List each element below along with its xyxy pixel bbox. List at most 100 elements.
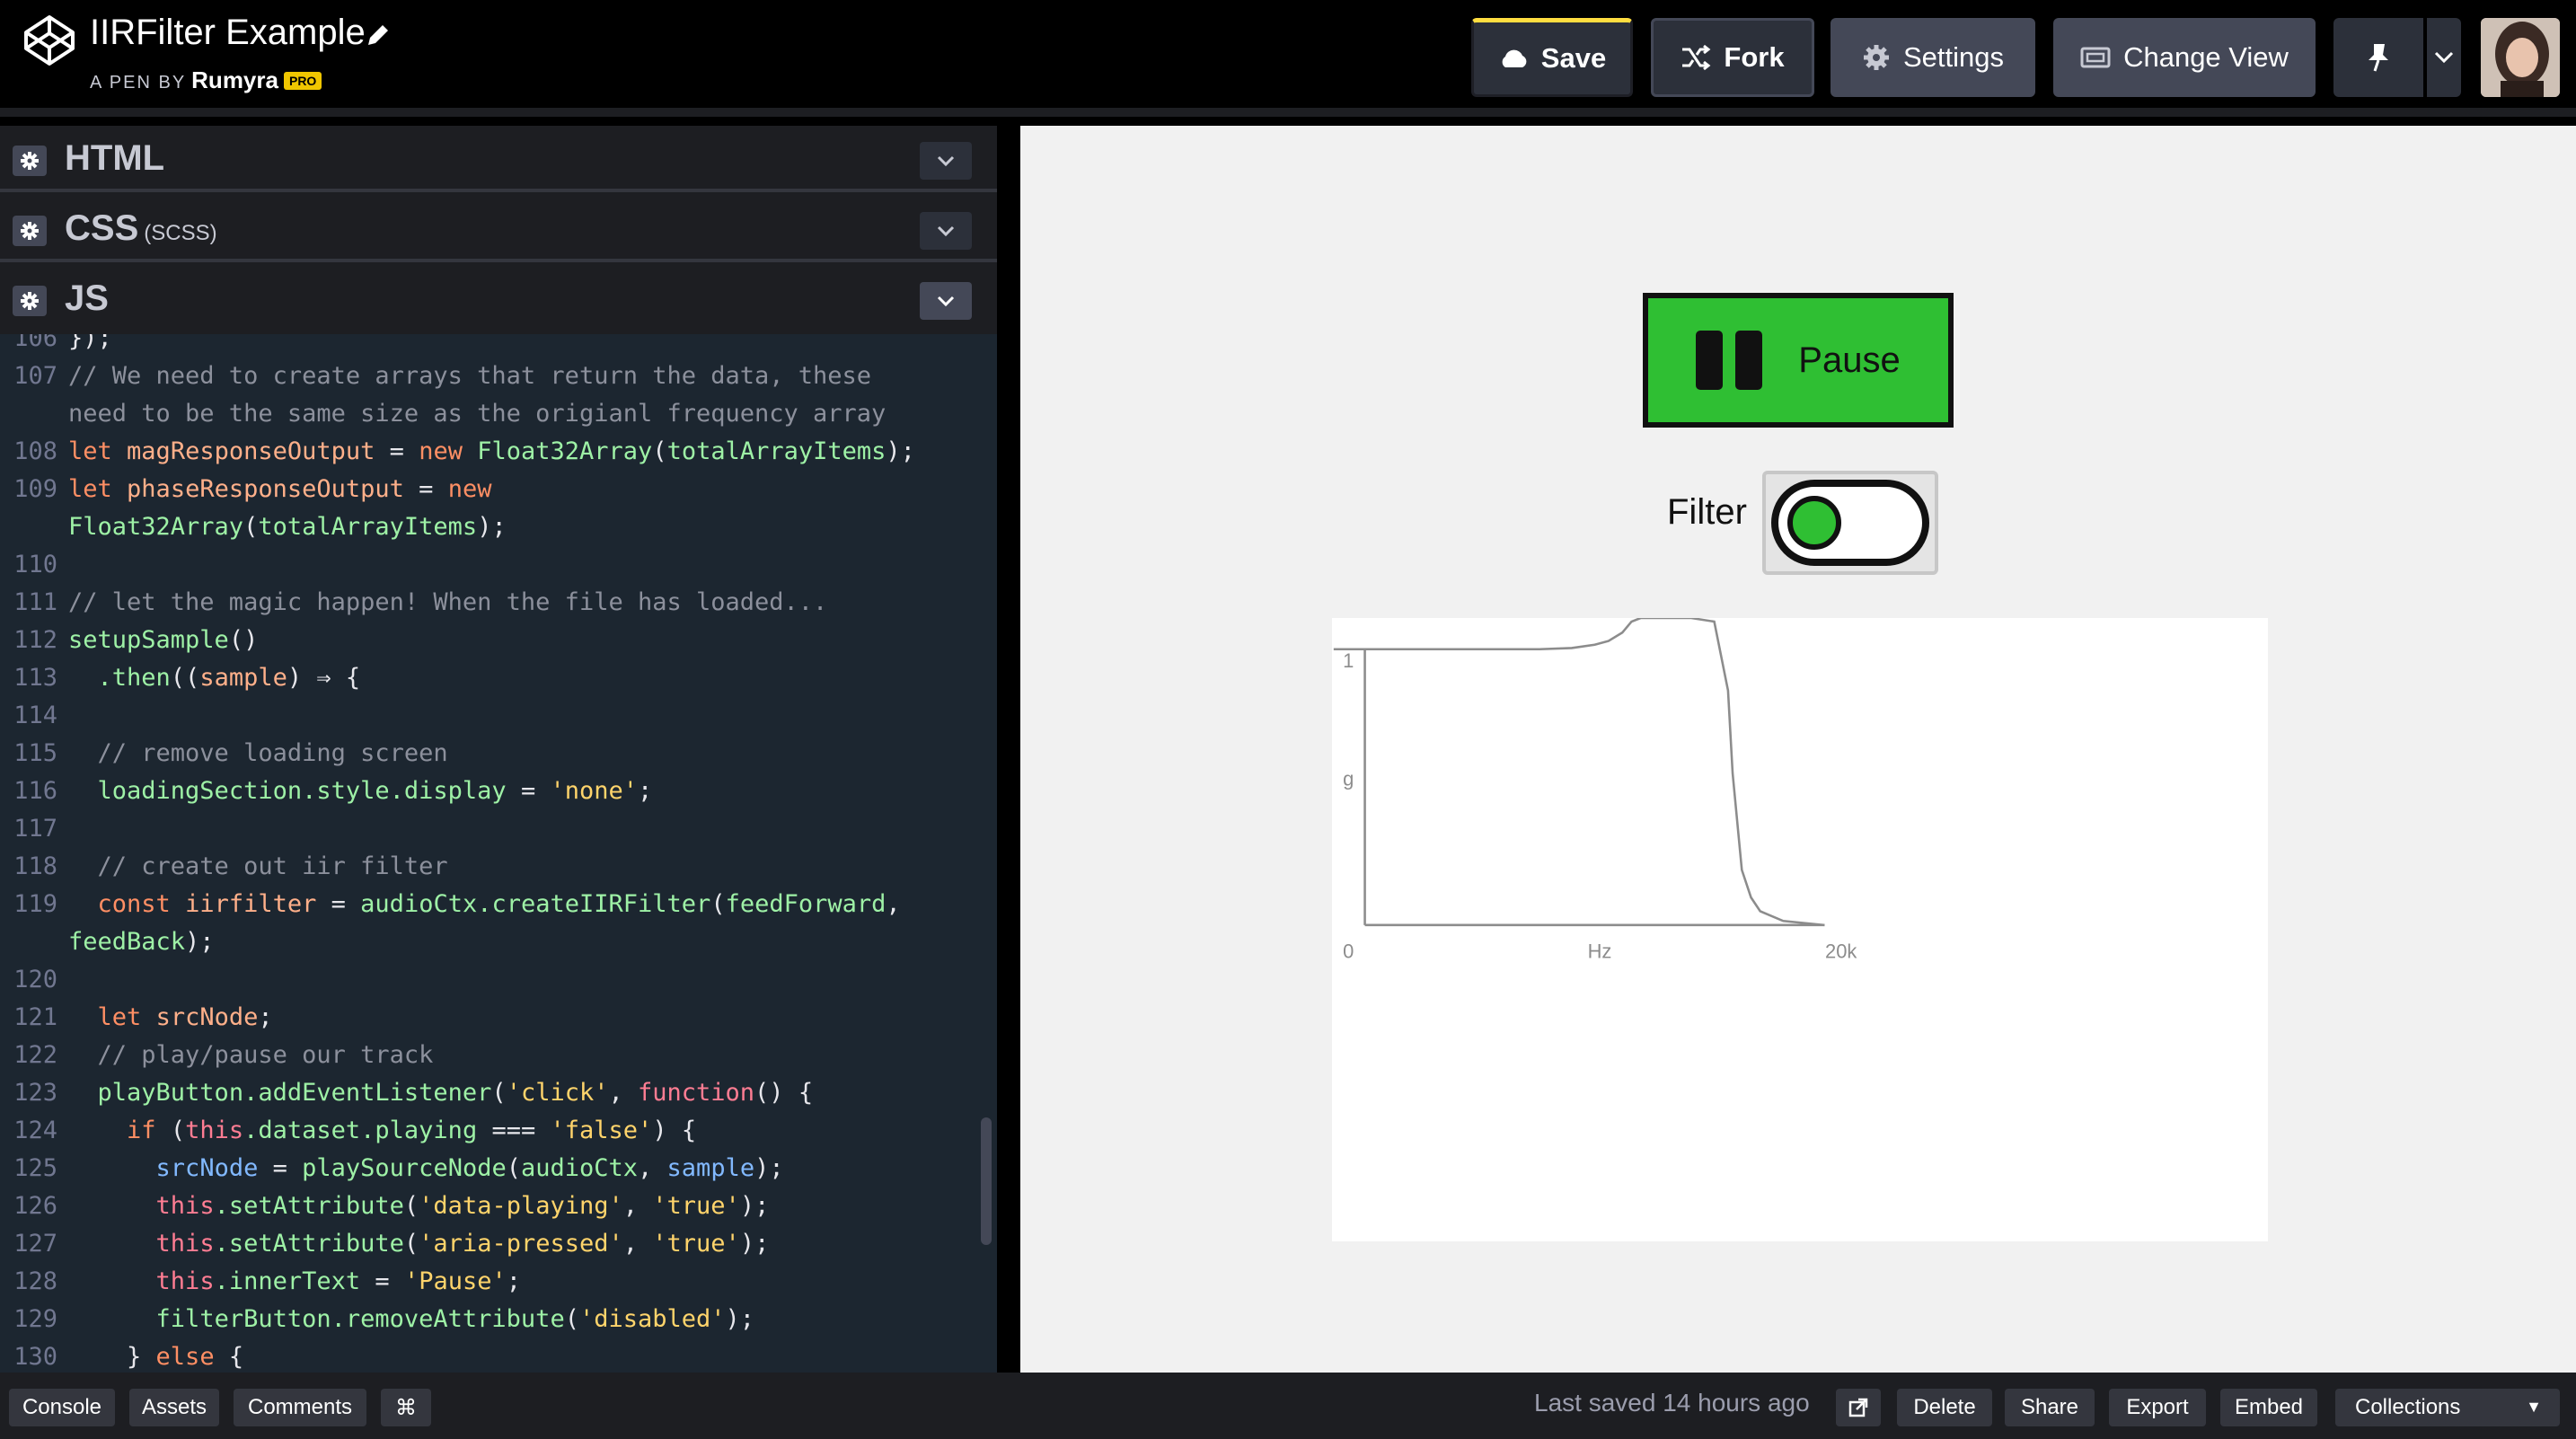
pencil-icon[interactable] bbox=[365, 22, 392, 49]
code-line: 113 .then((sample) ⇒ { bbox=[0, 659, 915, 697]
open-external-button[interactable] bbox=[1836, 1389, 1881, 1426]
code-line: 108 let magResponseOutput = new Float32Ar… bbox=[0, 433, 915, 471]
html-settings-button[interactable] bbox=[13, 146, 47, 176]
code-line: 115 // remove loading screen bbox=[0, 735, 915, 772]
line-number bbox=[0, 923, 57, 961]
line-number: 114 bbox=[13, 702, 57, 729]
js-code-editor[interactable]: 106}); 107 // We need to create arrays tha… bbox=[0, 334, 997, 1373]
y-tick-label: 1 bbox=[1343, 649, 1354, 672]
html-panel-header[interactable]: HTML bbox=[0, 126, 997, 192]
chevron-down-icon bbox=[937, 296, 955, 307]
code-line: 129 filterButton.removeAttribute('disabl… bbox=[0, 1301, 915, 1338]
chevron-down-icon bbox=[937, 155, 955, 167]
save-label: Save bbox=[1540, 42, 1607, 74]
code-line: 114 bbox=[0, 697, 915, 735]
html-collapse-button[interactable] bbox=[920, 142, 972, 180]
line-source: // remove loading screen bbox=[97, 739, 448, 767]
css-settings-button[interactable] bbox=[13, 216, 47, 246]
code-line: 112 setupSample() bbox=[0, 622, 915, 659]
pen-title[interactable]: IIRFilter Example bbox=[90, 13, 366, 53]
js-panel-header[interactable]: JS bbox=[0, 266, 997, 332]
delete-button[interactable]: Delete bbox=[1897, 1389, 1992, 1426]
css-collapse-button[interactable] bbox=[920, 212, 972, 250]
code-line: 117 bbox=[0, 810, 915, 848]
chart-plot-group: 1 g 0 Hz 20k bbox=[1333, 618, 1857, 962]
line-source: let magResponseOutput = new Float32Array… bbox=[68, 437, 915, 465]
chevron-down-icon bbox=[2434, 51, 2454, 64]
html-panel-title: HTML bbox=[65, 138, 164, 179]
line-number: 119 bbox=[13, 890, 57, 918]
css-panel-header[interactable]: CSS (SCSS) bbox=[0, 196, 997, 262]
pro-badge: PRO bbox=[283, 72, 322, 90]
line-number: 123 bbox=[13, 1079, 57, 1107]
line-source: // create out iir filter bbox=[97, 852, 448, 880]
code-line: 119 const iirfilter = audioCtx.createIIR… bbox=[0, 886, 915, 923]
filter-toggle[interactable] bbox=[1762, 471, 1938, 575]
response-curve bbox=[1333, 618, 1825, 927]
line-number: 106 bbox=[13, 334, 57, 352]
line-source: loadingSection.style.display = 'none'; bbox=[97, 777, 653, 805]
line-number: 127 bbox=[13, 1230, 57, 1258]
comments-button[interactable]: Comments bbox=[234, 1389, 366, 1426]
line-source: srcNode = playSourceNode(audioCtx, sampl… bbox=[155, 1154, 784, 1182]
gear-icon bbox=[21, 292, 39, 310]
js-settings-button[interactable] bbox=[13, 286, 47, 316]
code-line: 110 bbox=[0, 546, 915, 584]
user-avatar[interactable] bbox=[2481, 18, 2560, 97]
code-line: 121 let srcNode; bbox=[0, 999, 915, 1037]
line-source: }); bbox=[68, 334, 112, 352]
console-button[interactable]: Console bbox=[9, 1389, 115, 1426]
filter-toggle-knob bbox=[1787, 496, 1841, 550]
settings-button[interactable]: Settings bbox=[1831, 18, 2035, 97]
pin-button[interactable] bbox=[2333, 18, 2423, 97]
codepen-logo-icon[interactable] bbox=[23, 14, 75, 66]
code-line: 122 // play/pause our track bbox=[0, 1037, 915, 1074]
pin-icon bbox=[2369, 44, 2388, 72]
cloud-icon bbox=[1502, 49, 1527, 67]
line-source: playButton.addEventListener('click', fun… bbox=[97, 1079, 814, 1107]
line-source: filterButton.removeAttribute('disabled')… bbox=[155, 1305, 755, 1333]
line-number: 125 bbox=[13, 1154, 57, 1182]
collections-button[interactable]: Collections ▼ bbox=[2335, 1389, 2560, 1426]
pause-button[interactable]: Pause bbox=[1643, 293, 1954, 428]
line-source: feedBack); bbox=[68, 928, 215, 956]
chart-axes bbox=[1363, 649, 1825, 927]
keyboard-shortcuts-button[interactable]: ⌘ bbox=[381, 1389, 431, 1426]
result-preview: Pause Filter 1 g 0 Hz 20k bbox=[1020, 126, 2576, 1373]
html-panel-name: HTML bbox=[65, 138, 165, 178]
assets-button[interactable]: Assets bbox=[129, 1389, 219, 1426]
code-line: 126 this.setAttribute('data-playing', 't… bbox=[0, 1187, 915, 1225]
line-number: 109 bbox=[13, 475, 57, 503]
save-button[interactable]: Save bbox=[1471, 18, 1633, 97]
line-number: 113 bbox=[13, 664, 57, 692]
editor-column: HTML CSS (SCSS) JS 106}); 107 // We need to… bbox=[0, 126, 997, 1373]
code-line: need to be the same size as the origianl… bbox=[0, 395, 915, 433]
line-source: this.setAttribute('data-playing', 'true'… bbox=[155, 1192, 770, 1220]
line-source: const iirfilter = audioCtx.createIIRFilt… bbox=[97, 890, 901, 918]
js-panel-title: JS bbox=[65, 278, 109, 319]
line-source: setupSample() bbox=[68, 626, 259, 654]
line-source: // play/pause our track bbox=[97, 1041, 434, 1069]
code-line: 120 bbox=[0, 961, 915, 999]
change-view-button[interactable]: Change View bbox=[2053, 18, 2316, 97]
y-tick-label: 0 bbox=[1343, 940, 1354, 962]
export-button[interactable]: Export bbox=[2109, 1389, 2206, 1426]
code-lines: 106}); 107 // We need to create arrays tha… bbox=[0, 334, 915, 1373]
window-view-icon bbox=[2080, 47, 2111, 68]
embed-button[interactable]: Embed bbox=[2220, 1389, 2317, 1426]
pane-resizer[interactable] bbox=[997, 126, 1020, 1373]
code-line: 116 loadingSection.style.display = 'none… bbox=[0, 772, 915, 810]
pin-menu-button[interactable] bbox=[2425, 18, 2461, 97]
code-line: 130 } else { bbox=[0, 1338, 915, 1373]
fork-button[interactable]: Fork bbox=[1651, 18, 1814, 97]
avatar-portrait bbox=[2481, 18, 2560, 97]
line-source: // let the magic happen! When the file h… bbox=[68, 588, 828, 616]
last-saved-status: Last saved 14 hours ago bbox=[1534, 1389, 1810, 1417]
code-scrollbar[interactable] bbox=[981, 1117, 992, 1245]
code-line: Float32Array(totalArrayItems); bbox=[0, 508, 915, 546]
js-collapse-button[interactable] bbox=[920, 282, 972, 320]
code-line: 125 srcNode = playSourceNode(audioCtx, s… bbox=[0, 1150, 915, 1187]
collections-label: Collections bbox=[2355, 1395, 2461, 1419]
share-button[interactable]: Share bbox=[2005, 1389, 2095, 1426]
author-link[interactable]: Rumyra bbox=[191, 66, 278, 93]
